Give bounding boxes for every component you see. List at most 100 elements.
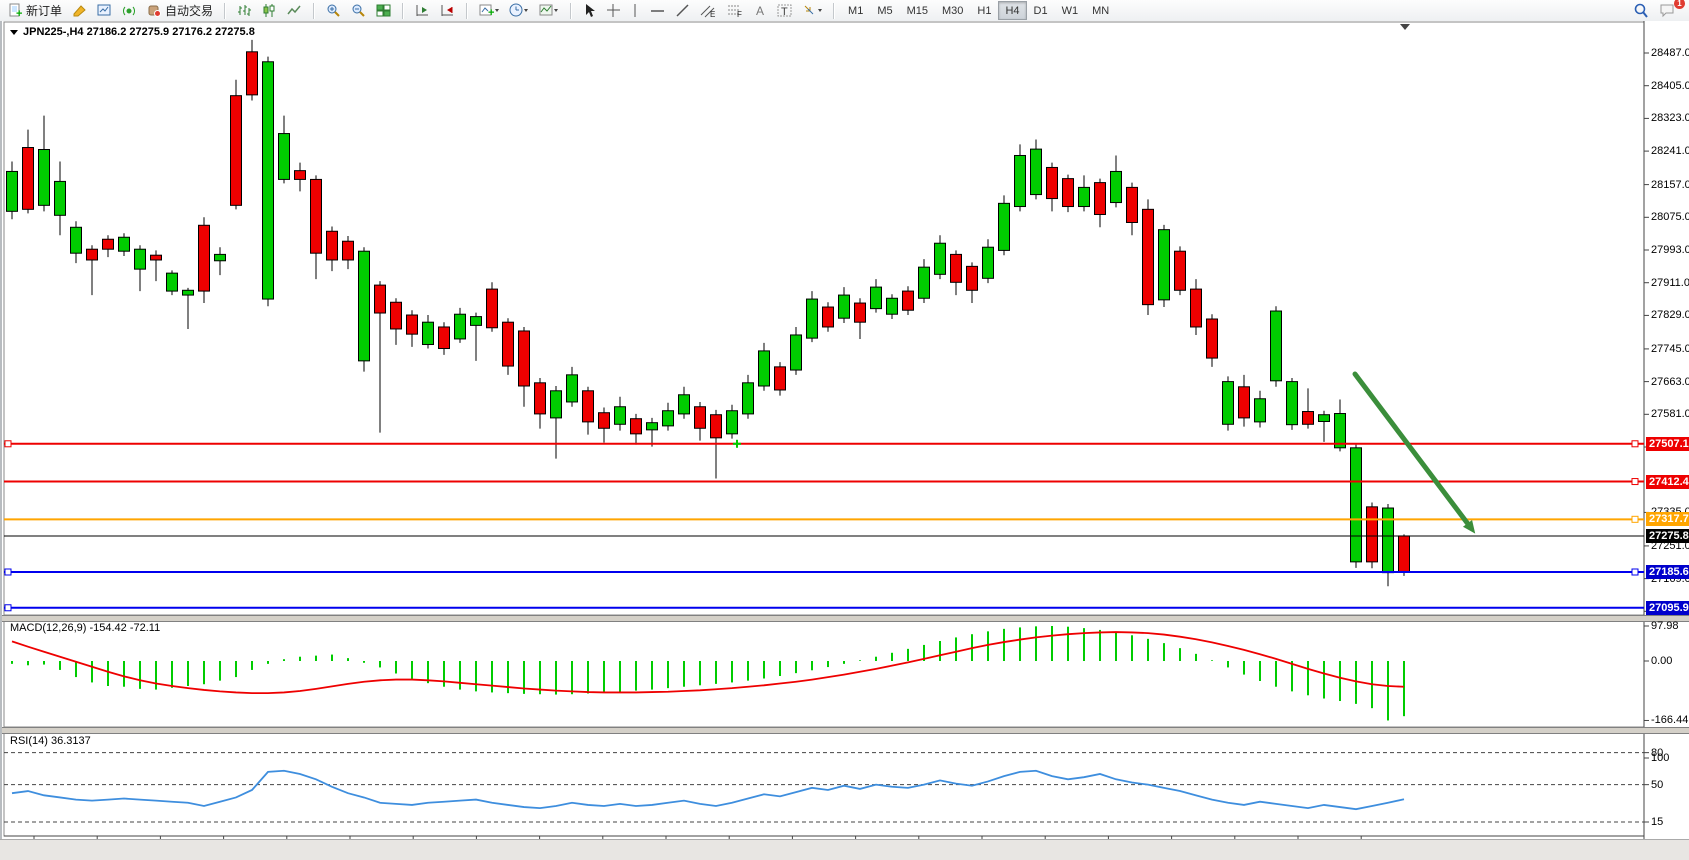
bar-chart-icon [237, 3, 252, 18]
chart-shift-marker[interactable] [1400, 24, 1410, 30]
signal-button[interactable] [117, 1, 142, 21]
candle-body [231, 96, 242, 206]
fibonacci-button[interactable]: F [722, 1, 749, 21]
highlighter-button[interactable] [67, 1, 92, 21]
timeframe-m1[interactable]: M1 [841, 1, 870, 20]
candle-body [87, 249, 98, 260]
chart-area[interactable]: JPN225-,H4 27186.2 27275.9 27176.2 27275… [0, 21, 1689, 860]
line-chart-button[interactable] [282, 1, 307, 21]
price-badge-27507.1: 27507.1 [1646, 437, 1689, 451]
line-handle[interactable] [5, 441, 11, 447]
timeframe-m5[interactable]: M5 [870, 1, 899, 20]
candle-body [1095, 183, 1106, 215]
pane-separator-macd[interactable] [2, 615, 1689, 622]
candle-body [199, 225, 210, 291]
line-handle[interactable] [1632, 479, 1638, 485]
candle-body [1319, 415, 1330, 422]
candlestick-button[interactable] [257, 1, 282, 21]
text-button[interactable]: A [749, 1, 772, 21]
svg-text:+: + [488, 7, 494, 18]
search-button[interactable] [1628, 1, 1654, 21]
candle-body [551, 391, 562, 418]
cursor-icon [583, 3, 596, 18]
chart-window-button[interactable] [92, 1, 117, 21]
svg-text:A: A [756, 4, 764, 18]
channel-button[interactable]: E [695, 1, 722, 21]
tile-windows-icon [376, 3, 391, 18]
candle-body [359, 251, 370, 361]
vline-button[interactable] [626, 1, 645, 21]
bar-chart-button[interactable] [232, 1, 257, 21]
line-handle[interactable] [1632, 441, 1638, 447]
candle-body [471, 317, 482, 326]
zoom-in-icon [326, 3, 341, 18]
timeframe-d1[interactable]: D1 [1027, 1, 1055, 20]
label-button[interactable]: T [772, 1, 797, 21]
symbol-ohlc-text: JPN225-,H4 27186.2 27275.9 27176.2 27275… [23, 26, 255, 38]
candle-body [215, 254, 226, 260]
candle-body [967, 266, 978, 290]
auto-trading-label: 自动交易 [165, 2, 213, 19]
trendline-button[interactable] [670, 1, 695, 21]
candle-body [839, 295, 850, 318]
candle-body [1175, 251, 1186, 290]
candle-body [391, 302, 402, 329]
candle-body [663, 411, 674, 426]
candle-body [1127, 187, 1138, 222]
candle-body [1351, 448, 1362, 562]
new-order-button[interactable]: + 新订单 [3, 1, 67, 21]
line-handle[interactable] [5, 605, 11, 611]
candlestick-icon [262, 3, 277, 18]
candle-body [1303, 412, 1314, 425]
candle-body [119, 237, 130, 251]
line-handle[interactable] [1632, 569, 1638, 575]
timeframe-w1[interactable]: W1 [1055, 1, 1086, 20]
arrows-button[interactable] [797, 1, 827, 21]
notifications-button[interactable]: 1 [1654, 1, 1680, 21]
text-icon: A [754, 3, 767, 18]
symbol-collapse-icon[interactable] [10, 30, 18, 35]
crosshair-button[interactable] [601, 1, 626, 21]
candle-body [1191, 289, 1202, 327]
candle-body [615, 407, 626, 425]
chart-window-icon [97, 3, 112, 18]
candle-body [1383, 508, 1394, 573]
zoom-out-button[interactable] [346, 1, 371, 21]
bottom-strip [0, 839, 1689, 860]
timeframe-group: M1M5M15M30H1H4D1W1MN [838, 1, 1119, 21]
line-handle[interactable] [1632, 516, 1638, 522]
auto-trading-button[interactable]: 自动交易 [142, 1, 218, 21]
timeframe-h1[interactable]: H1 [970, 1, 998, 20]
zoom-in-button[interactable] [321, 1, 346, 21]
shift-end-button[interactable] [410, 1, 435, 21]
candle-body [951, 254, 962, 282]
candle-body [455, 314, 466, 339]
candle-body [727, 411, 738, 434]
line-handle[interactable] [5, 569, 11, 575]
timeframe-m30[interactable]: M30 [935, 1, 970, 20]
template-button[interactable] [534, 1, 564, 21]
tile-windows-button[interactable] [371, 1, 396, 21]
candle-body [1287, 382, 1298, 425]
price-tick-27993.0: 27993.0 [1651, 244, 1689, 256]
shift-end-icon [415, 3, 430, 18]
price-tick-27581.0: 27581.0 [1651, 408, 1689, 420]
candle-body [183, 290, 194, 295]
chat-icon [1659, 3, 1675, 18]
autoscroll-button[interactable] [435, 1, 460, 21]
candle-body [343, 241, 354, 260]
hline-button[interactable] [645, 1, 670, 21]
timeframe-h4[interactable]: H4 [998, 1, 1026, 20]
candle-body [279, 134, 290, 180]
cursor-button[interactable] [578, 1, 601, 21]
chart-canvas[interactable] [2, 21, 1689, 860]
candle-body [567, 375, 578, 402]
indicators-button[interactable]: + [474, 1, 504, 21]
price-tick-27745.0: 27745.0 [1651, 343, 1689, 355]
timeframe-mn[interactable]: MN [1085, 1, 1116, 20]
price-tick-27663.0: 27663.0 [1651, 376, 1689, 388]
period-button[interactable] [504, 1, 534, 21]
pane-separator-rsi[interactable] [2, 727, 1689, 734]
candle-body [807, 299, 818, 338]
timeframe-m15[interactable]: M15 [900, 1, 935, 20]
